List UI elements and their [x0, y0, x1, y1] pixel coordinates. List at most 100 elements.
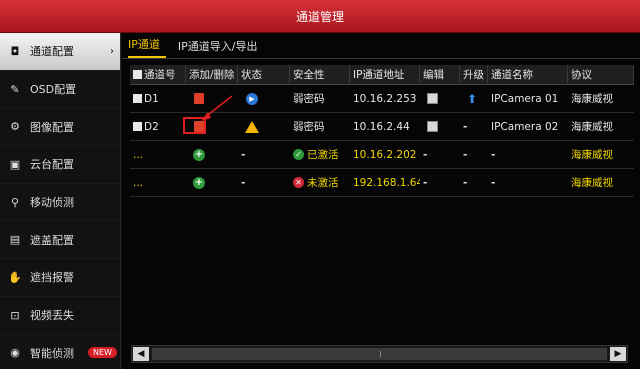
protocol-value: 海康威视	[571, 177, 613, 189]
table-header-row: 通道号 添加/删除 状态 安全性 IP通道地址 编辑 升级 通道名称 协议	[130, 64, 634, 85]
scroll-thumb[interactable]	[152, 348, 607, 360]
sidebar-item-motion-detection[interactable]: ⚲ 移动侦测	[0, 184, 120, 222]
sidebar-item-label: 移动侦测	[30, 196, 74, 210]
upgrade-value: -	[463, 120, 468, 133]
table-row[interactable]: D1 ▶ 弱密码 10.16.2.253 ⬆ IPCamera 01 海康威视	[130, 85, 634, 113]
sidebar-item-privacy-mask[interactable]: ▤ 遮盖配置	[0, 221, 120, 260]
scroll-track[interactable]	[152, 348, 607, 360]
main-content: IP通道 IP通道导入/导出 通道号 添加/删除 状态 安全性 IP通道地址 编…	[122, 33, 640, 369]
channel-id: D1	[144, 92, 159, 105]
header-channel[interactable]: 通道号	[130, 64, 186, 85]
tab-ip-import-export[interactable]: IP通道导入/导出	[178, 38, 264, 58]
smart-detection-icon: ◉	[10, 346, 20, 360]
image-settings-icon: ⚙	[10, 120, 20, 134]
scroll-right-button[interactable]: ▶	[610, 347, 626, 361]
add-cell: +	[186, 148, 238, 161]
edit-icon[interactable]	[427, 93, 438, 104]
sidebar: ◘ 通道配置 › ✎ OSD配置 ⚙ 图像配置 ▣ 云台配置 ⚲ 移动侦测 ▤ …	[0, 33, 121, 369]
sidebar-item-label: 遮挡报警	[30, 271, 74, 285]
add-icon[interactable]: +	[193, 148, 205, 161]
status-value: -	[241, 176, 246, 189]
sidebar-item-channel-config[interactable]: ◘ 通道配置 ›	[0, 33, 120, 71]
protocol-value: 海康威视	[571, 93, 613, 105]
channel-id: ...	[133, 148, 144, 161]
header-status: 状态	[238, 64, 290, 85]
edit-cell	[420, 93, 460, 104]
security-cell: ✕ 未激活	[290, 175, 350, 190]
upgrade-value: -	[463, 148, 468, 161]
osd-icon: ✎	[10, 82, 20, 96]
channel-name-value: IPCamera 02	[491, 120, 559, 133]
sidebar-item-video-loss[interactable]: ⊡ 视频丢失	[0, 297, 120, 335]
row-checkbox-cell[interactable]: D2	[130, 121, 186, 133]
window-titlebar: 通道管理	[0, 0, 640, 33]
sidebar-item-label: 遮盖配置	[30, 233, 74, 247]
edit-value: -	[423, 176, 428, 189]
window-title: 通道管理	[295, 9, 344, 24]
add-cell: +	[186, 176, 238, 189]
play-icon[interactable]: ▶	[246, 92, 258, 105]
header-protocol: 协议	[568, 64, 634, 85]
motion-detection-icon: ⚲	[10, 195, 20, 209]
protocol-value: 海康威视	[571, 149, 613, 161]
inactive-icon: ✕	[293, 177, 304, 188]
protocol-value: 海康威视	[571, 121, 613, 133]
upgrade-cell: ⬆	[460, 92, 488, 106]
table-row[interactable]: ... + - ✕ 未激活 192.168.1.64 - - - 海康威视	[130, 169, 634, 197]
edit-value: -	[423, 148, 428, 161]
sidebar-item-tamper-alarm[interactable]: ✋ 遮挡报警	[0, 259, 120, 297]
sidebar-item-ptz-config[interactable]: ▣ 云台配置	[0, 146, 120, 184]
security-cell: ✓ 已激活	[290, 147, 350, 162]
sidebar-item-image-config[interactable]: ⚙ 图像配置	[0, 108, 120, 147]
status-cell: ▶	[238, 92, 290, 105]
header-upgrade: 升级	[460, 64, 488, 85]
channel-id: D2	[144, 120, 159, 133]
camera-icon: ◘	[10, 44, 20, 58]
channel-id: ...	[133, 176, 144, 189]
scroll-left-button[interactable]: ◀	[133, 347, 149, 361]
sidebar-item-label: 智能侦测	[30, 346, 74, 360]
ip-address-value: 10.16.2.44	[353, 120, 410, 133]
tab-ip-channel[interactable]: IP通道	[128, 36, 166, 58]
delete-cell	[186, 93, 238, 104]
header-security: 安全性	[290, 64, 350, 85]
header-add-delete: 添加/删除	[186, 64, 238, 85]
row-checkbox[interactable]	[133, 122, 142, 131]
chevron-right-icon: ›	[110, 45, 114, 57]
row-checkbox-cell[interactable]: D1	[130, 93, 186, 105]
new-badge: NEW	[88, 347, 117, 359]
table-row[interactable]: ... + - ✓ 已激活 10.16.2.202 - - - 海康威视	[130, 141, 634, 169]
sidebar-item-label: 图像配置	[30, 120, 74, 134]
sidebar-item-label: 通道配置	[30, 45, 74, 59]
horizontal-scrollbar[interactable]: ◀ ▶	[131, 345, 628, 363]
ip-address-value: 10.16.2.202	[353, 148, 417, 161]
sidebar-item-label: 视频丢失	[30, 309, 74, 323]
ptz-icon: ▣	[9, 157, 21, 171]
status-cell	[238, 120, 290, 133]
sidebar-item-osd-config[interactable]: ✎ OSD配置	[0, 71, 120, 109]
delete-icon[interactable]	[194, 93, 204, 104]
activated-icon: ✓	[293, 149, 304, 160]
upgrade-icon[interactable]: ⬆	[467, 92, 477, 106]
select-all-checkbox[interactable]	[133, 70, 142, 79]
ip-address-value: 10.16.2.253	[353, 92, 417, 105]
add-icon[interactable]: +	[193, 176, 205, 189]
sidebar-item-label: OSD配置	[30, 83, 77, 97]
status-value: -	[241, 148, 246, 161]
annotation-highlight-box	[183, 117, 206, 134]
sidebar-item-label: 云台配置	[30, 158, 74, 172]
header-edit: 编辑	[420, 64, 460, 85]
upgrade-value: -	[463, 176, 468, 189]
security-value: 未激活	[307, 177, 339, 189]
edit-icon[interactable]	[427, 121, 438, 132]
sidebar-item-smart-detection[interactable]: ◉ 智能侦测 NEW	[0, 335, 120, 369]
header-channel-name: 通道名称	[488, 64, 568, 85]
channel-name-value: -	[491, 176, 496, 189]
warning-icon[interactable]	[245, 120, 259, 133]
tamper-alarm-icon: ✋	[8, 270, 22, 284]
video-loss-icon: ⊡	[10, 308, 20, 322]
row-checkbox[interactable]	[133, 94, 142, 103]
security-value: 弱密码	[293, 121, 325, 133]
security-value: 已激活	[307, 149, 339, 161]
edit-cell	[420, 121, 460, 132]
